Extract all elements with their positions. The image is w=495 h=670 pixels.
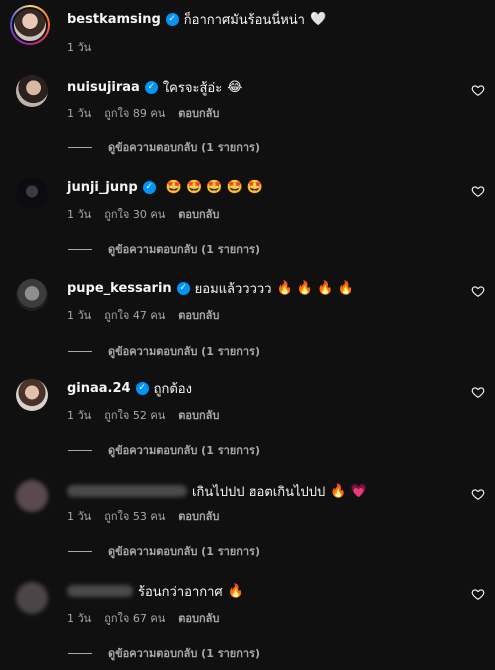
like-count[interactable]: ถูกใจ 52 คน: [104, 406, 165, 424]
username[interactable]: nuisujiraa: [67, 80, 140, 95]
reply-button[interactable]: ตอบกลับ: [178, 609, 219, 627]
reply-button[interactable]: ตอบกลับ: [178, 104, 219, 122]
divider: [68, 652, 92, 654]
heart-icon[interactable]: [471, 587, 485, 601]
reply-button[interactable]: ตอบกลับ: [178, 306, 219, 324]
comment-emoji: 🔥 🔥 🔥 🔥: [276, 280, 354, 296]
view-replies-button[interactable]: ดูข้อความตอบกลับ (1 รายการ): [68, 441, 260, 459]
comment-time: 1 วัน: [67, 510, 92, 523]
comment-time: 1 วัน: [67, 409, 92, 422]
divider: [68, 350, 92, 352]
comment: junji_junp ✓ 🤩 🤩 🤩 🤩 🤩 1 วัน ถูกใจ 30 คน…: [0, 175, 495, 275]
comment-emoji: 🤩 🤩 🤩 🤩 🤩: [165, 179, 264, 195]
comment-text: ถูกต้อง: [153, 381, 192, 397]
comment-time: 1 วัน: [67, 208, 92, 221]
avatar[interactable]: [16, 379, 48, 411]
comment-emoji: 🔥 💗: [330, 483, 367, 499]
heart-icon[interactable]: [471, 385, 485, 399]
avatar[interactable]: [16, 75, 48, 107]
view-replies-button[interactable]: ดูข้อความตอบกลับ (1 รายการ): [68, 644, 260, 662]
comment: pupe_kessarin ✓ ยอมแล้ววววว 🔥 🔥 🔥 🔥 1 วั…: [0, 277, 495, 377]
caption-emoji: 🤍: [309, 11, 327, 27]
comment-time: 1 วัน: [67, 612, 92, 625]
like-count[interactable]: ถูกใจ 47 คน: [104, 306, 165, 324]
avatar[interactable]: [10, 5, 50, 45]
view-replies-label: ดูข้อความตอบกลับ (1 รายการ): [108, 444, 260, 457]
verified-badge-icon: ✓: [142, 180, 156, 194]
verified-badge-icon: ✓: [135, 381, 149, 395]
username[interactable]: junji_junp: [67, 180, 138, 195]
comment-text: ใครจะสู้อ่ะ: [162, 80, 223, 96]
like-count[interactable]: ถูกใจ 89 คน: [104, 104, 165, 122]
divider: [68, 449, 92, 451]
comment: ginaa.24 ✓ ถูกต้อง 1 วัน ถูกใจ 52 คน ตอบ…: [0, 377, 495, 477]
view-replies-button[interactable]: ดูข้อความตอบกลับ (1 รายการ): [68, 542, 260, 560]
avatar[interactable]: [16, 480, 48, 512]
view-replies-button[interactable]: ดูข้อความตอบกลับ (1 รายการ): [68, 342, 260, 360]
username[interactable]: ginaa.24: [67, 381, 131, 396]
view-replies-label: ดูข้อความตอบกลับ (1 รายการ): [108, 545, 260, 558]
reply-button[interactable]: ตอบกลับ: [178, 205, 219, 223]
verified-badge-icon: ✓: [165, 12, 179, 26]
comment-text: ร้อนกว่าอากาศ: [138, 584, 223, 600]
caption-time: 1 วัน: [67, 41, 92, 54]
view-replies-label: ดูข้อความตอบกลับ (1 รายการ): [108, 345, 260, 358]
view-replies-button[interactable]: ดูข้อความตอบกลับ (1 รายการ): [68, 240, 260, 258]
reply-button[interactable]: ตอบกลับ: [178, 406, 219, 424]
divider: [68, 550, 92, 552]
username-redacted: [67, 485, 187, 497]
like-count[interactable]: ถูกใจ 30 คน: [104, 205, 165, 223]
verified-badge-icon: ✓: [144, 80, 158, 94]
view-replies-label: ดูข้อความตอบกลับ (1 รายการ): [108, 141, 260, 154]
comment-emoji: 😂: [227, 79, 243, 95]
comment: เกินไปปป ฮอตเกินไปปป 🔥 💗 1 วัน ถูกใจ 53 …: [0, 478, 495, 578]
divider: [68, 146, 92, 148]
view-replies-label: ดูข้อความตอบกลับ (1 รายการ): [108, 647, 260, 660]
avatar[interactable]: [16, 582, 48, 614]
username-redacted: [67, 585, 133, 597]
heart-icon[interactable]: [471, 184, 485, 198]
caption-text: ก็อากาศมันร้อนนี่หน่า: [183, 12, 305, 28]
view-replies-button[interactable]: ดูข้อความตอบกลับ (1 รายการ): [68, 138, 260, 156]
comment-time: 1 วัน: [67, 309, 92, 322]
avatar[interactable]: [16, 279, 48, 311]
caption: bestkamsing ✓ ก็อากาศมันร้อนนี่หน่า 🤍 1 …: [0, 0, 495, 60]
verified-badge-icon: ✓: [176, 281, 190, 295]
comment: ร้อนกว่าอากาศ 🔥 1 วัน ถูกใจ 67 คน ตอบกลั…: [0, 580, 495, 670]
reply-button[interactable]: ตอบกลับ: [178, 507, 219, 525]
comment-text: ยอมแล้ววววว: [194, 281, 272, 297]
comment-time: 1 วัน: [67, 107, 92, 120]
like-count[interactable]: ถูกใจ 67 คน: [104, 609, 165, 627]
heart-icon[interactable]: [471, 284, 485, 298]
avatar[interactable]: [16, 177, 48, 209]
view-replies-label: ดูข้อความตอบกลับ (1 รายการ): [108, 243, 260, 256]
comment: nuisujiraa ✓ ใครจะสู้อ่ะ 😂 1 วัน ถูกใจ 8…: [0, 73, 495, 173]
username[interactable]: bestkamsing: [67, 12, 161, 27]
like-count[interactable]: ถูกใจ 53 คน: [104, 507, 165, 525]
username[interactable]: pupe_kessarin: [67, 281, 172, 296]
comment-emoji: 🔥: [227, 583, 244, 599]
heart-icon[interactable]: [471, 487, 485, 501]
comment-text: เกินไปปป ฮอตเกินไปปป: [192, 484, 326, 500]
heart-icon[interactable]: [471, 83, 485, 97]
divider: [68, 248, 92, 250]
